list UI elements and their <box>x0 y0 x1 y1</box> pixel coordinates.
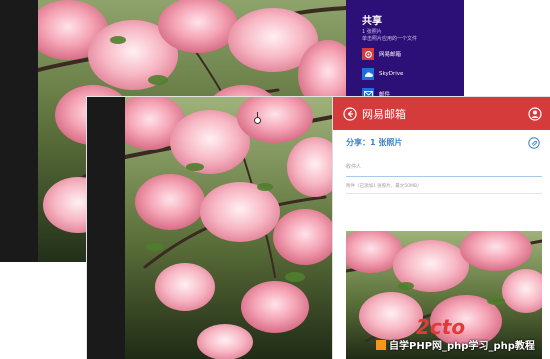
skydrive-icon <box>362 68 374 80</box>
watermark-caption: 自学PHP网_php学习_php教程 <box>389 341 535 352</box>
watermark-badge-icon <box>376 340 386 350</box>
watermark-logo-text: 2cto <box>416 315 465 339</box>
share-target-label: SkyDrive <box>379 71 404 77</box>
divider <box>346 193 542 194</box>
share-pane-subtitle-line1: 1 张照片 <box>362 29 382 35</box>
share-charm-pane: 共享 1 张照片 单击照片应用的一个文件 网易邮箱 SkyDrive 邮件 <box>346 0 464 100</box>
mail-app-title: 网易邮箱 <box>362 108 406 121</box>
touch-cursor-handle[interactable] <box>254 117 261 124</box>
attach-icon[interactable] <box>528 134 540 149</box>
recipient-input[interactable] <box>346 157 542 177</box>
front-cherry-blossom-photo <box>125 97 332 359</box>
mail-header: 网易邮箱 <box>333 97 550 130</box>
share-pane-subtitle-line2: 单击照片应用的一个文件 <box>362 36 418 42</box>
watermark-text: 自学PHP网_php学习_php教程 <box>376 337 535 352</box>
account-icon[interactable] <box>528 106 542 121</box>
netease-mail-icon <box>362 48 374 60</box>
back-window-dark-strip <box>0 0 38 262</box>
attachment-note: 附件（已添加1 张照片，最大50MB） <box>346 184 422 189</box>
share-photo-count: 分享：1 张照片 <box>346 138 403 147</box>
front-window-dark-strip <box>87 97 125 359</box>
share-target-netease-mail[interactable]: 网易邮箱 <box>362 48 401 60</box>
watermark-logo: 2cto <box>416 315 465 339</box>
share-pane-subtitle: 1 张照片 单击照片应用的一个文件 <box>362 29 417 43</box>
back-arrow-icon[interactable] <box>343 106 357 121</box>
share-pane-title: 共享 <box>362 16 382 27</box>
share-target-label: 网易邮箱 <box>379 52 402 58</box>
share-target-skydrive[interactable]: SkyDrive <box>362 68 403 80</box>
